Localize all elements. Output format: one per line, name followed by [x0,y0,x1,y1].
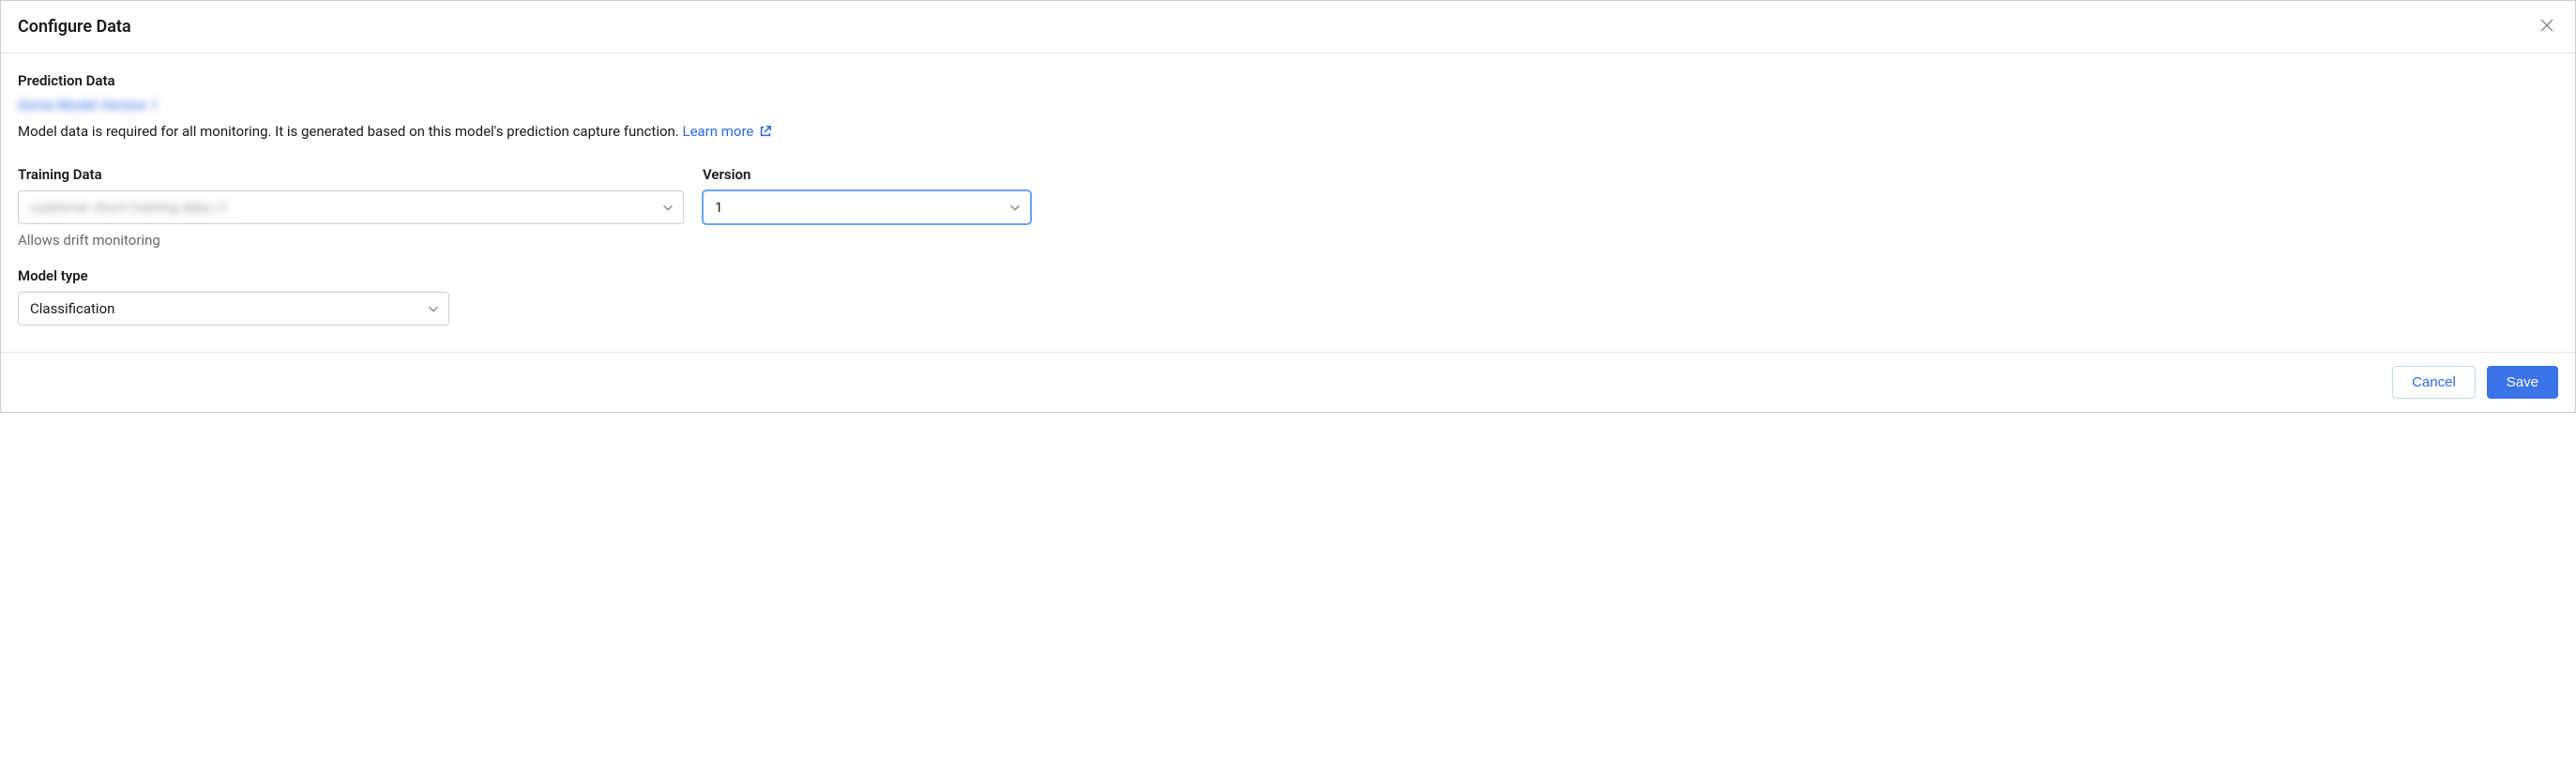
dialog-body: Prediction Data Some Model Version 1 Mod… [1,53,2575,352]
cancel-button[interactable]: Cancel [2392,366,2476,399]
learn-more-link[interactable]: Learn more [682,123,772,140]
prediction-model-link[interactable]: Some Model Version 1 [18,97,159,114]
version-field: Version 1 [703,166,1031,249]
prediction-data-heading: Prediction Data [18,72,2558,89]
version-label: Version [703,166,1031,183]
training-data-select[interactable]: customer churn training data v1 [18,190,684,224]
training-data-value: customer churn training data v1 [30,199,229,216]
model-type-label: Model type [18,267,449,284]
learn-more-label: Learn more [682,123,753,140]
version-value: 1 [715,199,722,216]
model-type-select[interactable]: Classification [18,292,449,326]
training-data-field: Training Data customer churn training da… [18,166,684,249]
prediction-description: Model data is required for all monitorin… [18,123,2558,140]
training-data-label: Training Data [18,166,684,183]
dialog-header: Configure Data [1,1,2575,53]
training-version-row: Training Data customer churn training da… [18,166,2558,249]
close-icon [2539,18,2554,36]
model-type-field: Model type Classification [18,267,449,326]
training-data-helper: Allows drift monitoring [18,232,684,249]
save-button[interactable]: Save [2487,366,2558,399]
dialog-title: Configure Data [18,17,131,37]
model-type-value: Classification [30,300,114,317]
model-type-section: Model type Classification [18,267,2558,326]
close-button[interactable] [2536,14,2558,39]
configure-data-dialog: Configure Data Prediction Data Some Mode… [0,0,2576,413]
version-select[interactable]: 1 [703,190,1031,224]
external-link-icon [759,125,772,138]
prediction-description-text: Model data is required for all monitorin… [18,123,682,140]
dialog-footer: Cancel Save [1,352,2575,412]
